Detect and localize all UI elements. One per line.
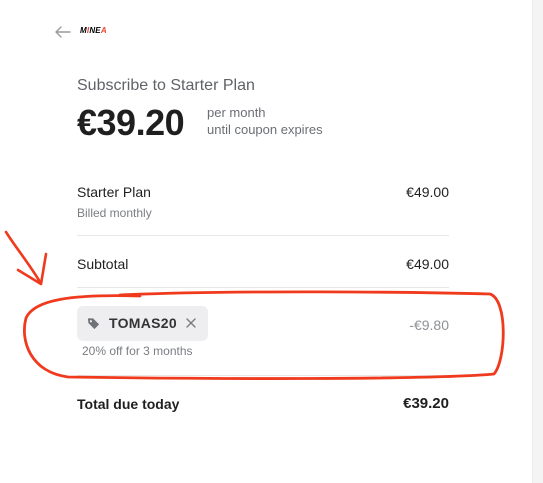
divider [77,287,449,288]
price-note-duration: until coupon expires [207,122,323,137]
annotation-arrow [4,230,42,284]
divider [77,235,449,236]
price-note: per month until coupon expires [207,104,323,138]
subscribe-title: Subscribe to Starter Plan [77,77,255,94]
plan-billing-period: Billed monthly [77,206,152,220]
back-button[interactable] [55,25,71,38]
coupon-code: TOMAS20 [109,315,177,331]
close-icon [186,318,196,328]
discount-amount: -€9.80 [409,317,449,333]
arrow-left-icon [55,26,71,38]
tag-icon [87,318,100,330]
plan-amount: €49.00 [406,184,449,200]
coupon-description: 20% off for 3 months [82,344,193,358]
brand-logo: MINEA [80,26,107,35]
divider [77,375,449,376]
price-amount: €39.20 [77,102,185,143]
page-edge-panel [532,0,543,483]
total-amount: €39.20 [403,395,449,412]
total-label: Total due today [77,396,180,412]
annotation-arrowhead [16,252,48,286]
subtotal-label: Subtotal [77,256,129,272]
subtotal-amount: €49.00 [406,256,449,272]
coupon-chip[interactable]: TOMAS20 [77,306,208,341]
price-note-period: per month [207,105,266,120]
plan-name: Starter Plan [77,184,151,200]
remove-coupon-button[interactable] [185,316,197,330]
